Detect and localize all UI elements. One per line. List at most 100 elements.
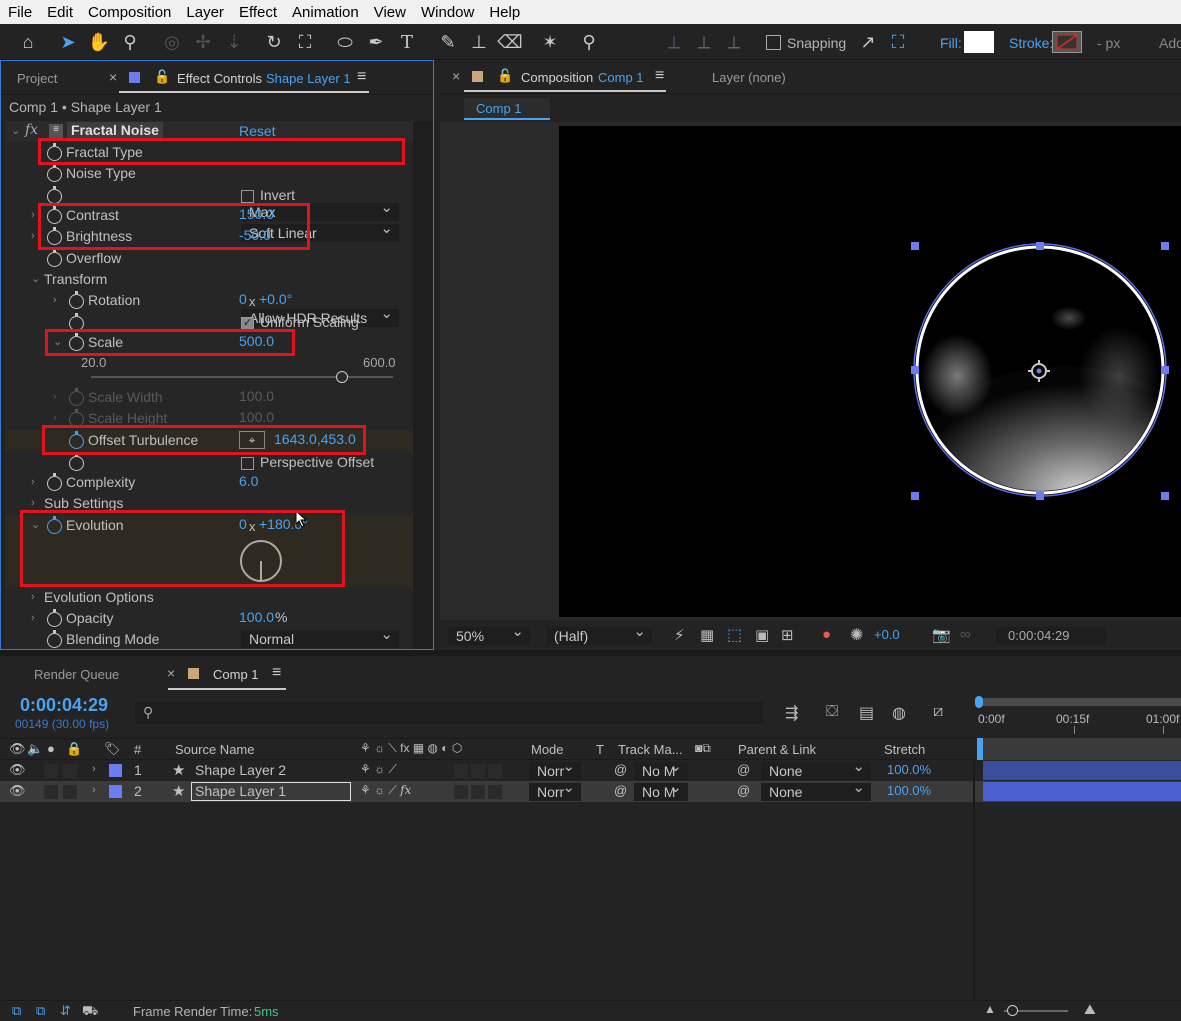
chevron-right-icon[interactable]: › xyxy=(31,209,35,221)
evolution-dial-icon[interactable] xyxy=(238,538,284,584)
brush-tool-icon[interactable]: ✎ xyxy=(436,29,460,55)
stretch-value[interactable]: 100.0% xyxy=(887,762,931,777)
ellipse-tool-icon[interactable]: ⬭ xyxy=(333,29,357,55)
timeline-zoom-thumb[interactable] xyxy=(1007,1005,1018,1016)
stopwatch-icon[interactable] xyxy=(69,431,84,449)
stopwatch-icon[interactable] xyxy=(47,516,62,534)
close-icon[interactable]: × xyxy=(452,68,460,84)
panel-menu-icon[interactable]: ≡ xyxy=(357,68,366,86)
stopwatch-icon[interactable] xyxy=(47,609,62,627)
header-source-name[interactable]: Source Name xyxy=(175,742,254,757)
crosshair-point-icon[interactable]: ⌖ xyxy=(239,431,265,449)
add-label[interactable]: Add xyxy=(1159,35,1181,51)
in-out-toggle-icon[interactable]: ⇵ xyxy=(60,1003,71,1019)
layer-mode-dropdown[interactable]: Norr xyxy=(529,779,581,801)
chevron-down-icon[interactable]: ⌄ xyxy=(31,518,40,531)
zoom-dropdown[interactable]: 50% xyxy=(448,623,530,645)
layer-name[interactable]: Shape Layer 2 xyxy=(195,762,286,778)
switch-box[interactable] xyxy=(488,785,502,799)
layer-mode-dropdown[interactable]: Norr xyxy=(529,758,581,780)
stopwatch-icon[interactable] xyxy=(69,291,84,309)
dolly-camera-icon[interactable]: ⇣ xyxy=(222,29,246,55)
close-icon[interactable]: × xyxy=(109,69,117,85)
mask-visibility-icon[interactable]: ⬚ xyxy=(727,625,742,645)
rotation-revolutions[interactable]: 0 xyxy=(239,291,247,307)
chevron-right-icon[interactable]: › xyxy=(31,476,35,488)
evolution-revolutions[interactable]: 0 xyxy=(239,516,247,532)
stroke-width-unit[interactable]: - px xyxy=(1097,35,1120,51)
layer-switches-toggle-icon[interactable]: ⧉ xyxy=(12,1003,21,1019)
channel-icon[interactable]: ● xyxy=(822,626,831,643)
chevron-right-icon[interactable]: › xyxy=(31,230,35,242)
stopwatch-icon[interactable] xyxy=(47,630,62,648)
invert-checkbox[interactable] xyxy=(241,190,254,203)
menu-window[interactable]: Window xyxy=(413,4,481,21)
draft-3d-icon[interactable]: ⛋ xyxy=(826,703,838,721)
graph-editor-icon[interactable]: ⧄ xyxy=(933,703,943,721)
scale-slider-thumb[interactable] xyxy=(335,371,348,383)
menu-edit[interactable]: Edit xyxy=(39,4,80,21)
brightness-value[interactable]: -50.0 xyxy=(239,227,271,243)
blending-mode-dropdown[interactable]: Normal xyxy=(241,626,399,648)
tab-project[interactable]: Project xyxy=(17,71,57,86)
chevron-right-icon[interactable]: › xyxy=(92,784,96,796)
stopwatch-icon[interactable] xyxy=(47,227,62,245)
type-tool-icon[interactable]: T xyxy=(395,29,419,55)
layer-name-selected[interactable]: Shape Layer 1 xyxy=(191,782,351,801)
menu-animation[interactable]: Animation xyxy=(284,4,366,21)
frame-blending-icon[interactable]: ▤ xyxy=(859,703,874,723)
layer-switches[interactable]: ⚘ ☼ ⟋ xyxy=(360,762,397,777)
complexity-value[interactable]: 6.0 xyxy=(239,473,258,489)
menu-file[interactable]: File xyxy=(0,4,39,21)
mask-feather-icon[interactable]: ⛶ xyxy=(886,29,910,55)
switch-box[interactable] xyxy=(471,764,485,778)
switch-box[interactable] xyxy=(488,764,502,778)
stopwatch-icon[interactable] xyxy=(47,206,62,224)
rotate-tool-icon[interactable]: ↻ xyxy=(262,29,286,55)
region-of-interest-icon[interactable]: ▣ xyxy=(755,626,769,644)
tab-effect-controls[interactable]: Effect Controls xyxy=(177,71,262,86)
eraser-tool-icon[interactable]: ⌫ xyxy=(497,29,522,55)
audio-icon[interactable]: 🔈 xyxy=(27,741,43,757)
work-area-bar[interactable] xyxy=(977,698,1181,706)
chevron-right-icon[interactable]: › xyxy=(31,497,35,509)
chevron-right-icon[interactable]: › xyxy=(92,763,96,775)
contrast-value[interactable]: 150.0 xyxy=(239,206,274,222)
fill-label[interactable]: Fill: xyxy=(940,35,962,51)
clone-stamp-icon[interactable]: ⊥ xyxy=(467,29,491,55)
lock-switch[interactable] xyxy=(63,785,77,799)
layer-bar-2[interactable] xyxy=(983,782,1181,801)
motion-blur-icon[interactable]: ◍ xyxy=(892,703,906,723)
comp-mini-flowchart-icon[interactable]: ⇶ xyxy=(785,703,798,723)
world-axis-icon[interactable]: ⟂ xyxy=(692,29,716,55)
solo-switch[interactable] xyxy=(44,764,58,778)
puppet-pin-icon[interactable]: ⚲ xyxy=(577,29,601,55)
effect-name[interactable]: Fractal Noise xyxy=(67,122,163,138)
visibility-eye-icon[interactable]: 👁 xyxy=(9,762,26,778)
menu-view[interactable]: View xyxy=(366,4,413,21)
roto-brush-icon[interactable]: ✶ xyxy=(538,29,562,55)
zoom-tool-icon[interactable]: ⚲ xyxy=(118,29,142,55)
stopwatch-icon[interactable] xyxy=(69,313,84,331)
grid-guides-icon[interactable]: ⊞ xyxy=(781,626,794,644)
stretch-value[interactable]: 100.0% xyxy=(887,783,931,798)
menu-effect[interactable]: Effect xyxy=(231,4,284,21)
color-management-icon[interactable]: ✺ xyxy=(850,625,863,645)
current-time-field[interactable]: 0:00:04:29 xyxy=(996,627,1106,645)
chevron-down-icon[interactable]: ⌄ xyxy=(53,335,62,348)
eye-icon[interactable]: 👁 xyxy=(9,741,26,757)
fill-swatch[interactable] xyxy=(964,31,994,53)
stopwatch-icon[interactable] xyxy=(47,164,62,182)
switch-box[interactable] xyxy=(471,785,485,799)
stopwatch-icon[interactable] xyxy=(47,143,62,161)
menu-help[interactable]: Help xyxy=(481,4,527,21)
local-axis-icon[interactable]: ⟂ xyxy=(662,29,686,55)
scale-value[interactable]: 500.0 xyxy=(239,333,274,349)
hand-tool-icon[interactable]: ✋ xyxy=(87,29,111,55)
switch-box[interactable] xyxy=(454,764,468,778)
transfer-controls-toggle-icon[interactable]: ⧉ xyxy=(36,1003,45,1019)
scrollbar[interactable] xyxy=(413,121,433,649)
work-area-start-handle[interactable] xyxy=(975,696,983,708)
layer-label-swatch[interactable] xyxy=(109,785,122,798)
chevron-right-icon[interactable]: › xyxy=(53,412,57,424)
